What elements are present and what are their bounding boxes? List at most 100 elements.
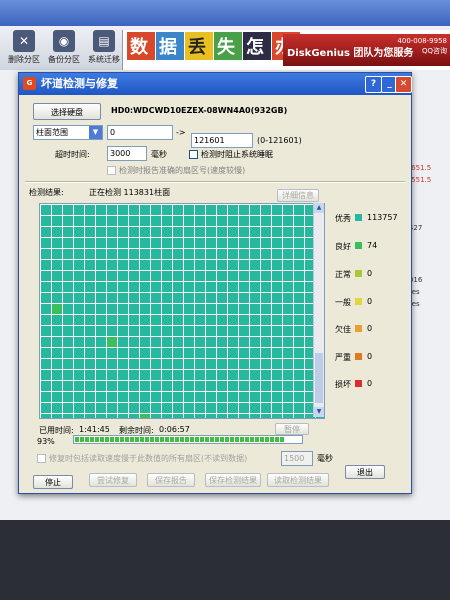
sector-block xyxy=(283,337,293,347)
sector-block xyxy=(184,348,194,358)
sector-block xyxy=(272,249,282,259)
report-sector-checkbox[interactable] xyxy=(107,166,116,175)
sector-block xyxy=(63,370,73,380)
sector-block xyxy=(41,282,51,292)
sector-block xyxy=(129,293,139,303)
sector-block xyxy=(140,205,150,215)
legend-swatch xyxy=(355,270,362,277)
sector-block xyxy=(184,359,194,369)
sector-block xyxy=(272,403,282,413)
sector-block xyxy=(283,315,293,325)
sector-block xyxy=(118,381,128,391)
sector-block xyxy=(162,205,172,215)
sector-block xyxy=(272,304,282,314)
sector-block xyxy=(261,370,271,380)
sector-block xyxy=(162,381,172,391)
range-end-input[interactable] xyxy=(191,133,253,148)
range-start-input[interactable] xyxy=(107,125,173,140)
sector-block xyxy=(74,271,84,281)
detail-button[interactable]: 详细信息 xyxy=(277,189,319,202)
sector-block xyxy=(41,205,51,215)
sector-block xyxy=(272,216,282,226)
pause-button[interactable]: 暂停 xyxy=(275,423,309,435)
try-repair-button[interactable]: 尝试修复 xyxy=(89,473,137,487)
sector-block xyxy=(195,359,205,369)
sector-block xyxy=(41,293,51,303)
sector-block xyxy=(140,370,150,380)
sector-block xyxy=(96,304,106,314)
sector-block xyxy=(118,271,128,281)
sector-block xyxy=(151,359,161,369)
sector-block xyxy=(272,392,282,402)
sector-block xyxy=(206,271,216,281)
legend-count: 113757 xyxy=(367,213,398,222)
sector-block xyxy=(162,260,172,270)
sector-block xyxy=(151,304,161,314)
close-button[interactable]: ✕ xyxy=(395,76,412,93)
background-title-bar xyxy=(0,0,450,26)
sector-block xyxy=(41,414,51,418)
sector-block xyxy=(52,392,62,402)
scroll-up-icon[interactable]: ▲ xyxy=(314,203,324,213)
repair-threshold-input[interactable] xyxy=(281,451,313,466)
sector-block xyxy=(228,205,238,215)
sector-block xyxy=(85,249,95,259)
repair-slow-checkbox[interactable] xyxy=(37,454,46,463)
sector-block xyxy=(272,260,282,270)
load-result-button[interactable]: 读取检测结果 xyxy=(267,473,329,487)
sector-block xyxy=(217,304,227,314)
help-button[interactable]: ? xyxy=(365,76,382,93)
timeout-input[interactable] xyxy=(107,146,147,161)
chevron-down-icon: ▼ xyxy=(89,126,102,139)
sector-block xyxy=(52,260,62,270)
sector-block xyxy=(228,326,238,336)
sector-block xyxy=(85,348,95,358)
sector-block xyxy=(63,304,73,314)
sector-block xyxy=(283,359,293,369)
legend-item: 优秀 113757 xyxy=(335,213,398,224)
save-report-button[interactable]: 保存报告 xyxy=(147,473,195,487)
sector-block xyxy=(173,414,183,418)
sector-block xyxy=(107,381,117,391)
scroll-down-icon[interactable]: ▼ xyxy=(314,407,324,417)
sector-block xyxy=(294,337,304,347)
select-disk-button[interactable]: 选择硬盘 xyxy=(33,103,101,120)
prevent-sleep-checkbox[interactable] xyxy=(189,150,198,159)
sector-block xyxy=(206,381,216,391)
sector-block xyxy=(195,315,205,325)
sector-block xyxy=(228,414,238,418)
dialog-title-bar[interactable]: G 坏道检测与修复 ? _ ✕ xyxy=(19,73,412,95)
sector-block xyxy=(41,392,51,402)
sector-block xyxy=(250,403,260,413)
sector-block xyxy=(283,282,293,292)
sector-block xyxy=(239,403,249,413)
sector-map xyxy=(39,203,325,419)
toolbar-backup-partition[interactable]: ◉ 备份分区 xyxy=(44,30,84,65)
sector-map-scrollbar[interactable]: ▲ ▼ xyxy=(313,203,324,417)
toolbar-delete-partition[interactable]: ✕ 删除分区 xyxy=(4,30,44,65)
sector-block xyxy=(118,370,128,380)
toolbar-system-migrate[interactable]: ▤ 系统迁移 xyxy=(84,30,124,65)
toolbar-label: 备份分区 xyxy=(48,55,80,64)
sector-block xyxy=(250,370,260,380)
sector-block xyxy=(52,205,62,215)
sector-block xyxy=(261,359,271,369)
sector-block xyxy=(228,249,238,259)
sector-block xyxy=(294,282,304,292)
sector-block xyxy=(52,315,62,325)
sector-block xyxy=(228,238,238,248)
save-result-button[interactable]: 保存检测结果 xyxy=(205,473,261,487)
exit-button[interactable]: 退出 xyxy=(345,465,385,479)
scroll-thumb[interactable] xyxy=(315,353,323,403)
sector-block xyxy=(217,282,227,292)
sector-block xyxy=(129,326,139,336)
stop-button[interactable]: 停止 xyxy=(33,475,73,489)
sector-block xyxy=(85,414,95,418)
sector-block xyxy=(206,260,216,270)
ad-banner[interactable]: 数据丢失怎办 400-008-9958 QQ咨询 DiskGenius 团队为您… xyxy=(122,30,450,70)
system-migrate-icon: ▤ xyxy=(93,30,115,52)
range-mode-select[interactable]: 柱面范围 ▼ xyxy=(33,125,103,140)
sector-block xyxy=(118,414,128,418)
sector-block xyxy=(85,370,95,380)
sector-block xyxy=(85,315,95,325)
